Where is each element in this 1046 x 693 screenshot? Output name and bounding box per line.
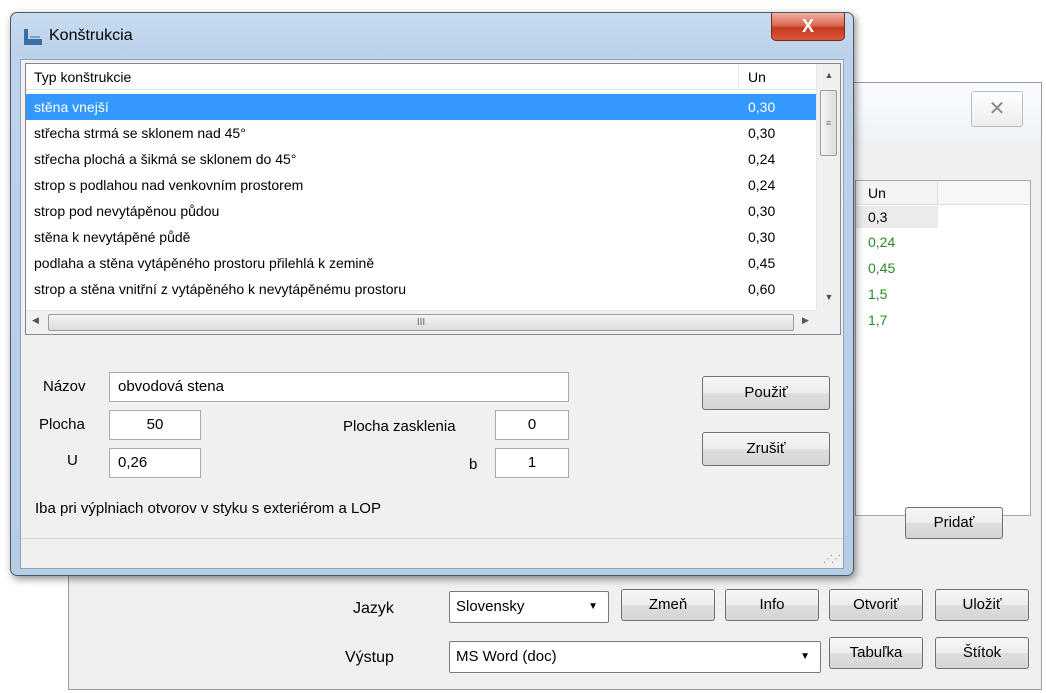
horizontal-scrollbar[interactable]: ◀ III ▶ (26, 310, 816, 334)
list-item[interactable]: 0,24 (868, 234, 895, 250)
table-row[interactable]: stěna k nevytápěné půdě 0,30 (26, 224, 816, 250)
column-separator[interactable] (738, 64, 739, 90)
column-header-typ[interactable]: Typ konštrukcie (34, 69, 131, 85)
otvorit-button[interactable]: Otvoriť (829, 589, 923, 621)
table-row[interactable]: strop s podlahou nad venkovním prostorem… (26, 172, 816, 198)
row-name: strop a stěna vnitřní z vytápěného k nev… (34, 281, 406, 297)
chevron-down-icon: ▼ (588, 601, 598, 612)
list-header-filler (938, 181, 1030, 205)
stitok-button[interactable]: Štítok (935, 637, 1029, 669)
scroll-down-icon[interactable]: ▼ (817, 292, 840, 302)
b-input[interactable]: 1 (495, 448, 569, 478)
row-un: 0,24 (748, 151, 776, 167)
info-button[interactable]: Info (725, 589, 819, 621)
row-name: střecha strmá se sklonem nad 45° (34, 125, 246, 141)
jazyk-select-value: Slovensky (456, 598, 525, 615)
info-note: Iba pri výplniach otvorov v styku s exte… (35, 500, 381, 517)
table-row[interactable]: strop a stěna vnitřní z vytápěného k nev… (26, 276, 816, 302)
row-name: strop s podlahou nad venkovním prostorem (34, 177, 304, 193)
plocha-input[interactable]: 50 (109, 410, 201, 440)
ulozit-button[interactable]: Uložiť (935, 589, 1029, 621)
chevron-down-icon: ▼ (800, 651, 810, 662)
list-item[interactable]: 1,7 (868, 312, 887, 328)
konstrukcia-dialog: Konštrukcia X Typ konštrukcie Un stěna v… (10, 12, 854, 576)
table-row[interactable]: strop pod nevytápěnou půdou 0,30 (26, 198, 816, 224)
dialog-client-area: Typ konštrukcie Un stěna vnejší 0,30 stř… (20, 59, 844, 569)
pridat-button[interactable]: Pridať (905, 507, 1003, 539)
row-un: 0,30 (748, 99, 776, 115)
u-label: U (67, 452, 78, 469)
row-name: stěna k nevytápěné půdě (34, 229, 191, 245)
main-window-close-button[interactable]: ✕ (971, 91, 1023, 127)
vystup-label: Výstup (345, 649, 394, 666)
row-un: 0,30 (748, 203, 776, 219)
row-name: podlaha a stěna vytápěného prostoru přil… (34, 255, 375, 271)
plocha-zasklenia-label: Plocha zasklenia (343, 418, 456, 435)
un-column-header[interactable]: Un (856, 181, 938, 205)
vertical-scrollbar[interactable]: ▲ ≡ ▼ (816, 64, 840, 310)
row-un: 0,60 (748, 281, 776, 297)
construction-type-table[interactable]: Typ konštrukcie Un stěna vnejší 0,30 stř… (25, 63, 841, 335)
jazyk-select[interactable]: Slovensky ▼ (449, 591, 609, 623)
scrollbar-corner (816, 310, 840, 334)
vertical-scroll-thumb[interactable]: ≡ (820, 90, 837, 156)
close-button[interactable]: X (771, 13, 845, 41)
window-icon (23, 27, 43, 47)
list-item[interactable]: 1,5 (868, 286, 887, 302)
row-name: strop pod nevytápěnou půdou (34, 203, 220, 219)
un-values-list[interactable]: Un 0,3 0,24 0,45 1,5 1,7 (855, 180, 1031, 516)
scroll-left-icon[interactable]: ◀ (32, 315, 39, 326)
nazov-input[interactable]: obvodová stena (109, 372, 569, 402)
pouzit-button[interactable]: Použiť (702, 376, 830, 410)
vystup-select[interactable]: MS Word (doc) ▼ (449, 641, 821, 673)
row-name: stěna vnejší (34, 99, 109, 115)
row-name: střecha plochá a šikmá se sklonem do 45° (34, 151, 297, 167)
list-item[interactable]: 0,3 (856, 206, 938, 228)
dialog-title: Konštrukcia (49, 27, 133, 44)
list-item[interactable]: 0,45 (868, 260, 895, 276)
vystup-select-value: MS Word (doc) (456, 648, 557, 665)
table-row[interactable]: střecha plochá a šikmá se sklonem do 45°… (26, 146, 816, 172)
row-un: 0,30 (748, 125, 776, 141)
zrusit-button[interactable]: Zrušiť (702, 432, 830, 466)
horizontal-scroll-thumb[interactable]: III (48, 314, 794, 331)
table-row[interactable]: střecha strmá se sklonem nad 45° 0,30 (26, 120, 816, 146)
status-bar: ⋰⋰ (21, 538, 843, 568)
b-label: b (469, 456, 478, 473)
jazyk-label: Jazyk (353, 600, 394, 617)
zmen-button[interactable]: Zmeň (621, 589, 715, 621)
tabulka-button[interactable]: Tabuľka (829, 637, 923, 669)
row-un: 0,24 (748, 177, 776, 193)
plocha-zasklenia-input[interactable]: 0 (495, 410, 569, 440)
column-header-un[interactable]: Un (748, 69, 766, 85)
scroll-up-icon[interactable]: ▲ (817, 70, 840, 80)
scroll-right-icon[interactable]: ▶ (802, 315, 809, 326)
table-header: Typ konštrukcie Un (26, 64, 816, 90)
row-un: 0,30 (748, 229, 776, 245)
table-row[interactable]: podlaha a stěna vytápěného prostoru přil… (26, 250, 816, 276)
nazov-label: Názov (43, 378, 86, 395)
plocha-label: Plocha (39, 416, 85, 433)
table-row[interactable]: stěna vnejší 0,30 (26, 94, 816, 120)
resize-grip-icon[interactable]: ⋰⋰ (823, 554, 841, 565)
row-un: 0,45 (748, 255, 776, 271)
u-input[interactable]: 0,26 (109, 448, 201, 478)
